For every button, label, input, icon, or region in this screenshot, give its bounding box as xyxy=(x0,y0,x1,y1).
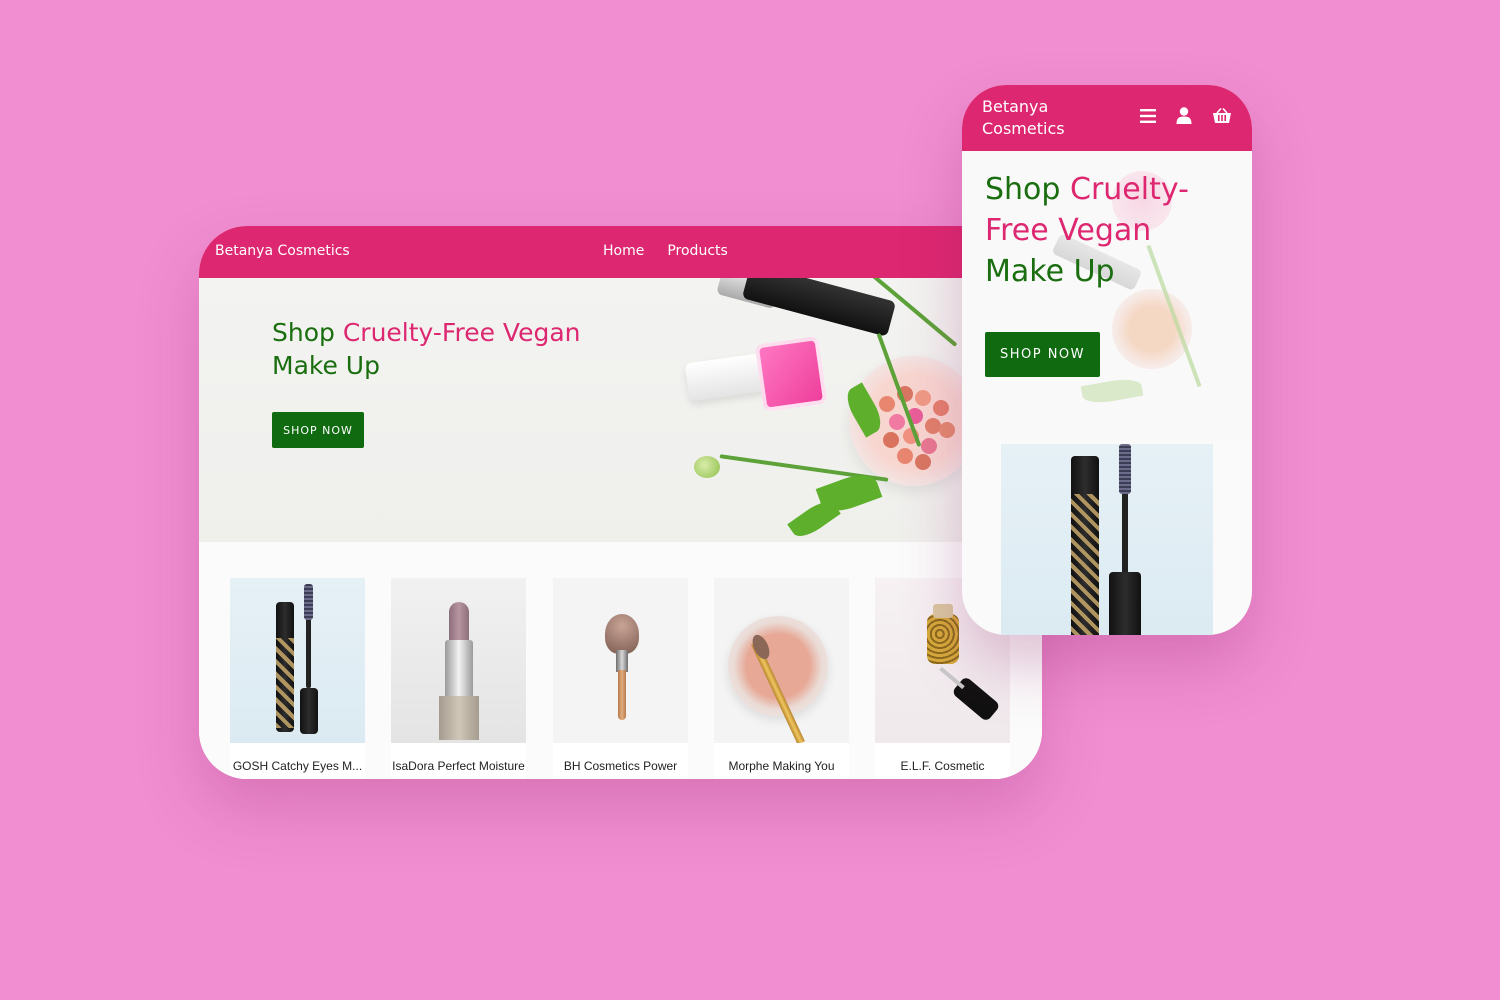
user-icon[interactable] xyxy=(1176,107,1192,128)
nail-polish-image xyxy=(754,335,828,413)
leaf-image xyxy=(1080,375,1144,407)
brand-logo[interactable]: Betanya Cosmetics xyxy=(982,96,1092,140)
menu-icon[interactable] xyxy=(1140,108,1156,127)
product-image-mascara[interactable] xyxy=(230,578,365,743)
nav-icons xyxy=(1140,107,1232,128)
mobile-preview: Betanya Cosmetics Shop Cruelty-Free Vega… xyxy=(962,85,1252,635)
basket-icon[interactable] xyxy=(1212,107,1232,128)
nav-link-home[interactable]: Home xyxy=(603,243,644,259)
hero-title-shop: Shop xyxy=(985,172,1061,207)
flower-bud-image xyxy=(694,456,720,478)
hero-title: Shop Cruelty-Free Vegan Make Up xyxy=(272,316,592,382)
brand-logo[interactable]: Betanya Cosmetics xyxy=(215,243,350,259)
hero-title: Shop Cruelty-Free Vegan Make Up xyxy=(985,169,1215,292)
product-image-blush[interactable] xyxy=(714,578,849,743)
product-name[interactable]: IsaDora Perfect Moisture Lipstick xyxy=(391,743,526,774)
nav-link-products[interactable]: Products xyxy=(667,243,727,259)
product-card[interactable]: Morphe Making You Blush Brush xyxy=(714,578,849,779)
desktop-navbar: Betanya Cosmetics Home Products xyxy=(199,226,1042,278)
lipstick-cap-image xyxy=(741,278,897,337)
product-image-brush[interactable] xyxy=(553,578,688,743)
shop-now-button[interactable]: SHOP NOW xyxy=(272,412,364,448)
hero-title-highlight: Cruelty-Free Vegan xyxy=(342,318,581,347)
product-grid: GOSH Catchy Eyes M... IsaDora Perfect Mo… xyxy=(199,542,1042,779)
product-card[interactable]: IsaDora Perfect Moisture Lipstick xyxy=(391,578,526,779)
hero-banner: Shop Cruelty-Free Vegan Make Up SHOP NOW xyxy=(199,278,1042,542)
hero-title-makeup: Make Up xyxy=(985,254,1115,289)
nav-links: Home Products xyxy=(603,243,728,259)
product-image-lipstick[interactable] xyxy=(391,578,526,743)
product-name[interactable]: BH Cosmetics Power Cheek Brush xyxy=(553,743,688,774)
hero-title-makeup: Make Up xyxy=(272,351,380,380)
desktop-preview: Betanya Cosmetics Home Products Shop Cru… xyxy=(199,226,1042,779)
hero-title-shop: Shop xyxy=(272,318,335,347)
hero-banner: Shop Cruelty-Free Vegan Make Up SHOP NOW xyxy=(962,151,1252,441)
mobile-navbar: Betanya Cosmetics xyxy=(962,85,1252,151)
shop-now-button[interactable]: SHOP NOW xyxy=(985,332,1100,377)
product-name[interactable]: E.L.F. Cosmetic Hydrating... xyxy=(875,743,1010,774)
product-name[interactable]: Morphe Making You Blush Brush xyxy=(714,743,849,774)
product-card[interactable]: BH Cosmetics Power Cheek Brush xyxy=(553,578,688,779)
leaf-image xyxy=(787,495,841,542)
product-name[interactable]: GOSH Catchy Eyes M... xyxy=(230,743,365,774)
product-card[interactable]: GOSH Catchy Eyes M... xyxy=(230,578,365,779)
product-image-mascara[interactable] xyxy=(1001,444,1213,635)
